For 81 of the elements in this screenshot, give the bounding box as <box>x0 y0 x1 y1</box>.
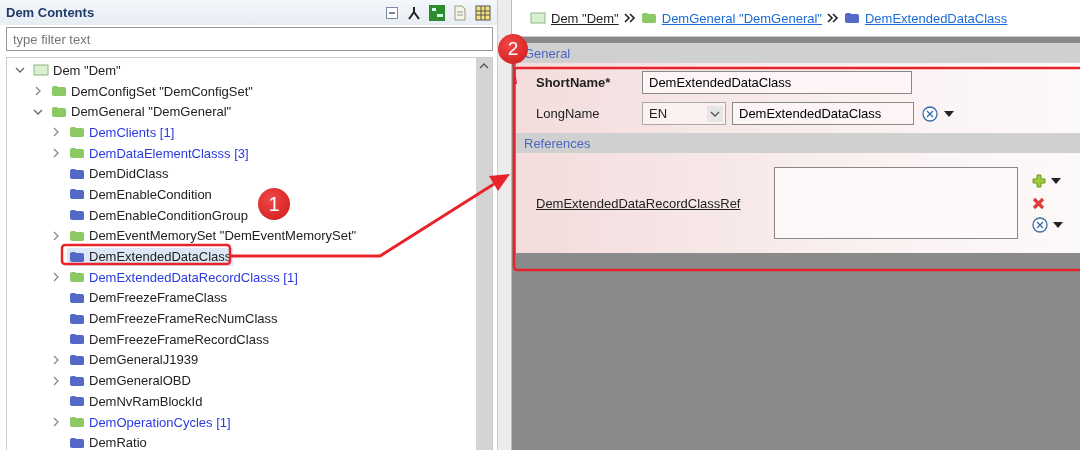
expand-icon[interactable] <box>51 417 61 428</box>
breadcrumb-link[interactable]: DemExtendedDataClass <box>865 10 1008 26</box>
long-name-field[interactable]: DemExtendedDataClass <box>732 102 914 125</box>
folder-icon <box>51 85 67 98</box>
scrollbar[interactable] <box>476 58 492 450</box>
breadcrumb-link[interactable]: DemGeneral "DemGeneral" <box>661 10 822 26</box>
field-label: LongName <box>536 106 601 121</box>
reference-link[interactable]: DemExtendedDataRecordClassRef <box>536 195 774 211</box>
caret-icon[interactable] <box>944 110 954 117</box>
folder-icon <box>69 333 85 346</box>
tree-item[interactable]: DemRatio <box>67 433 149 450</box>
folder-icon <box>69 167 85 180</box>
tree-item[interactable]: DemClients [1] <box>67 123 177 142</box>
caret-icon[interactable] <box>1051 178 1061 184</box>
tree-item[interactable]: DemEventMemorySet "DemEventMemorySet" <box>67 226 359 245</box>
tree-item[interactable]: DemExtendedDataRecordClasss [1] <box>67 268 300 287</box>
tool-icon[interactable] <box>1032 217 1048 233</box>
folder-icon <box>69 312 85 325</box>
scroll-up-icon[interactable] <box>479 62 489 70</box>
folder-icon <box>69 291 85 304</box>
reference-list[interactable] <box>774 167 1018 239</box>
collapse-icon[interactable] <box>385 5 399 20</box>
tree-item[interactable]: DemDidClass <box>67 164 171 183</box>
folder-icon <box>69 147 85 160</box>
module-icon <box>33 64 49 77</box>
leader-line <box>512 61 517 85</box>
tree-item[interactable]: DemGeneral "DemGeneral" <box>49 102 234 121</box>
tree-item[interactable]: DemFreezeFrameRecordClass <box>67 330 271 349</box>
language-dropdown[interactable]: EN <box>642 102 726 125</box>
folder-icon <box>69 271 85 284</box>
folder-icon <box>640 12 657 24</box>
breadcrumb-link[interactable]: Dem "Dem" <box>551 10 619 26</box>
section-header[interactable]: References <box>516 133 1080 153</box>
folder-icon <box>69 436 85 449</box>
folder-icon <box>69 416 85 429</box>
folder-icon <box>69 209 85 222</box>
folder-icon <box>69 250 85 263</box>
caret-icon[interactable] <box>1053 222 1063 228</box>
module-icon <box>530 12 546 24</box>
tree-item[interactable]: DemEnableCondition <box>67 185 214 204</box>
folder-icon <box>69 188 85 201</box>
delete-icon[interactable] <box>1032 196 1045 210</box>
expand-icon[interactable] <box>51 272 61 283</box>
tree-item[interactable]: Dem "Dem" <box>31 61 123 80</box>
tree-item[interactable]: DemFreezeFrameClass <box>67 288 229 307</box>
tree-item[interactable]: DemConfigSet "DemConfigSet" <box>49 82 255 101</box>
tool-icon[interactable] <box>922 105 938 122</box>
tree-item[interactable]: DemEnableConditionGroup <box>67 206 250 225</box>
folder-icon <box>69 395 85 408</box>
folder-icon <box>51 105 67 118</box>
tree-item[interactable]: DemGeneralOBD <box>67 371 193 390</box>
tree-item[interactable]: DemDataElementClasss [3] <box>67 144 251 163</box>
folder-icon <box>69 126 85 139</box>
folder-icon <box>69 229 85 242</box>
tree-item[interactable]: DemGeneralJ1939 <box>67 350 201 369</box>
filter-field[interactable]: type filter text <box>6 27 493 51</box>
collapse-chevron-icon[interactable] <box>33 107 43 116</box>
expand-icon[interactable] <box>33 86 43 97</box>
table-icon[interactable] <box>475 4 491 21</box>
document-icon[interactable] <box>453 4 467 21</box>
grid-badge-icon[interactable] <box>429 4 445 21</box>
short-name-field[interactable]: DemExtendedDataClass <box>642 71 912 94</box>
expand-icon[interactable] <box>51 127 61 138</box>
expand-icon[interactable] <box>51 375 61 386</box>
tree-item[interactable]: DemOperationCycles [1] <box>67 413 233 432</box>
collapse-chevron-icon[interactable] <box>15 66 25 75</box>
double-chevron-icon <box>623 12 636 24</box>
dropdown-icon <box>707 105 723 122</box>
tree-item[interactable]: DemNvRamBlockId <box>67 392 205 411</box>
field-label: ShortName* <box>536 75 612 90</box>
folder-icon <box>844 12 860 24</box>
double-chevron-icon <box>827 12 839 24</box>
folder-icon <box>69 374 85 387</box>
expand-icon[interactable] <box>51 354 61 365</box>
expand-icon[interactable] <box>51 148 61 159</box>
panel-title: Dem Contents <box>6 5 95 20</box>
folder-icon <box>69 353 85 366</box>
expand-icon[interactable] <box>51 230 61 241</box>
tree-item[interactable]: DemFreezeFrameRecNumClass <box>67 309 280 328</box>
fork-icon[interactable] <box>407 5 421 20</box>
plus-icon[interactable] <box>1032 174 1046 188</box>
